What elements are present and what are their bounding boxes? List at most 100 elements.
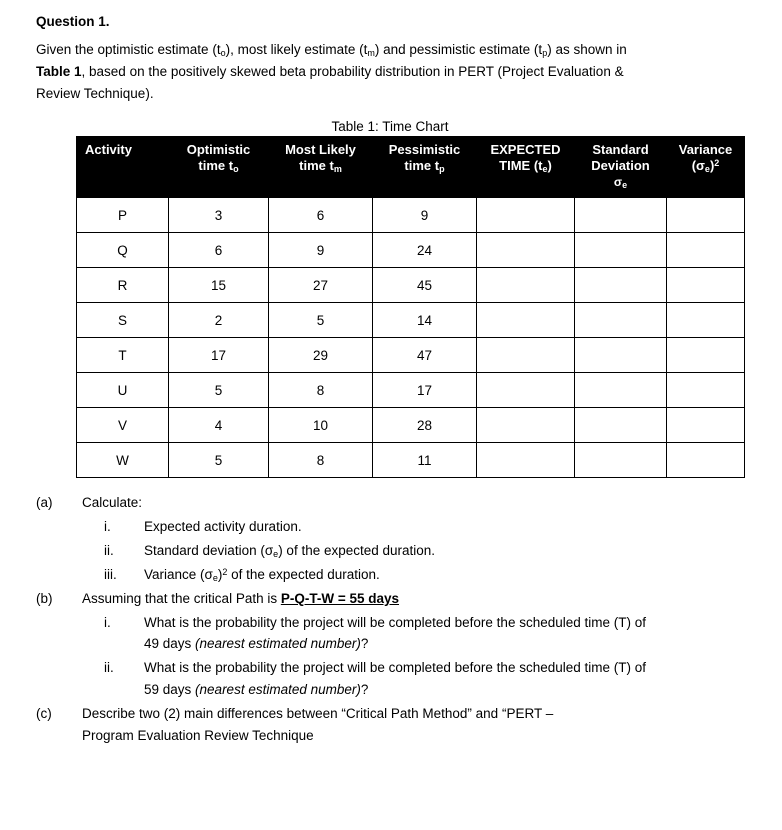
part-a-ii-post: ) of the expected duration. [278, 543, 436, 559]
cell-pessimistic: 17 [372, 372, 477, 409]
cell-pessimistic: 14 [372, 302, 477, 339]
cell-expected [476, 407, 575, 444]
cell-activity: V [76, 407, 169, 444]
part-b-item-i-text: What is the probability the project will… [144, 612, 744, 656]
part-c-text: Describe two (2) main differences betwee… [82, 703, 744, 747]
intro-part-3: ) and pessimistic estimate (t [374, 42, 543, 57]
cell-optimistic: 4 [168, 407, 269, 444]
cell-activity: R [76, 267, 169, 304]
cell-most-likely: 10 [268, 407, 373, 444]
cell-expected [476, 372, 575, 409]
cell-std-dev [574, 267, 667, 304]
cell-most-likely: 8 [268, 442, 373, 479]
cell-variance [666, 442, 745, 479]
cell-optimistic: 6 [168, 232, 269, 269]
page-title: Question 1. [36, 14, 110, 29]
cell-pessimistic: 28 [372, 407, 477, 444]
cell-most-likely: 27 [268, 267, 373, 304]
header-pessimistic-l1: Pessimistic [388, 141, 461, 157]
cell-optimistic: 2 [168, 302, 269, 339]
cell-variance [666, 372, 745, 409]
part-a-item-i-num: i. [104, 519, 111, 535]
part-b-i-line1: What is the probability the project will… [144, 614, 646, 630]
table-caption: Table 1: Time Chart [331, 118, 449, 134]
cell-optimistic: 17 [168, 337, 269, 374]
intro-sub-m: m [367, 48, 375, 58]
cell-expected [476, 442, 575, 479]
part-a-iii-pre: Variance (σ [144, 566, 213, 582]
document-page: Question 1. Given the optimistic estimat… [0, 0, 782, 747]
header-expected-time: EXPECTED TIME (te) [476, 135, 575, 199]
part-b-i-line2-pre: 49 days [144, 636, 196, 652]
cell-std-dev [574, 372, 667, 409]
part-a-item-iii-num: iii. [104, 566, 117, 582]
cell-activity: U [76, 372, 169, 409]
cell-activity: W [76, 442, 169, 479]
header-standard-deviation: Standard Deviation σe [574, 135, 667, 199]
header-pessimistic: Pessimistic time tp [372, 135, 477, 199]
question-parts: (a) Calculate: i. Expected activity dura… [36, 492, 744, 746]
cell-variance [666, 407, 745, 444]
cell-std-dev [574, 442, 667, 479]
time-chart-table: Activity Optimistic time to Most Likely … [76, 135, 745, 479]
header-variance-l2: (σe)2 [691, 157, 720, 174]
cell-optimistic: 3 [168, 197, 269, 234]
part-b-text-pre: Assuming that the critical Path is [82, 590, 281, 606]
part-c-line2: Program Evaluation Review Technique [82, 727, 314, 743]
part-c-label: (c) [36, 706, 52, 722]
header-activity-label: Activity [85, 141, 132, 157]
cell-most-likely: 9 [268, 232, 373, 269]
table-row: S 2 5 14 [76, 302, 745, 339]
intro-line2-rest: , based on the positively skewed beta pr… [81, 63, 624, 79]
part-a: (a) Calculate: [36, 492, 744, 514]
part-a-item-ii-num: ii. [104, 543, 114, 559]
cell-pessimistic: 47 [372, 337, 477, 374]
cell-std-dev [574, 407, 667, 444]
part-a-label: (a) [36, 495, 53, 511]
cell-pessimistic: 11 [372, 442, 477, 479]
spacer-a-i [36, 516, 82, 538]
question-intro: Given the optimistic estimate (to), most… [36, 39, 744, 105]
cell-most-likely: 6 [268, 197, 373, 234]
part-b-i-line2-italic: (nearest estimated number) [195, 636, 361, 652]
part-b-ii-line2-italic: (nearest estimated number) [195, 682, 361, 698]
cell-std-dev [574, 197, 667, 234]
part-b-critical-path: P-Q-T-W = 55 days [280, 590, 400, 606]
cell-variance [666, 337, 745, 374]
part-b-item-ii: ii. What is the probability the project … [36, 657, 744, 701]
header-most-likely-l1: Most Likely [285, 141, 356, 157]
cell-expected [476, 197, 575, 234]
part-b-ii-line1: What is the probability the project will… [144, 660, 646, 676]
cell-std-dev [574, 337, 667, 374]
cell-activity: Q [76, 232, 169, 269]
cell-variance [666, 232, 745, 269]
part-a-item-iii: iii. Variance (σe)2 of the expected dura… [36, 564, 744, 586]
part-a-item-i: i. Expected activity duration. [36, 516, 744, 538]
cell-variance [666, 267, 745, 304]
part-a-item-i-text: Expected activity duration. [144, 519, 302, 535]
header-pessimistic-l2: time tp [404, 157, 445, 174]
cell-activity: T [76, 337, 169, 374]
cell-optimistic: 5 [168, 442, 269, 479]
part-b-ii-line2-post: ? [360, 682, 369, 698]
spacer-b-ii [36, 657, 82, 701]
cell-expected [476, 337, 575, 374]
cell-expected [476, 232, 575, 269]
cell-optimistic: 15 [168, 267, 269, 304]
part-b: (b) Assuming that the critical Path is P… [36, 588, 744, 610]
spacer-b-i [36, 612, 82, 656]
intro-table-ref: Table 1 [36, 63, 82, 79]
cell-activity: P [76, 197, 169, 234]
part-a-iii-post: )2 of the expected duration. [217, 566, 380, 582]
cell-std-dev [574, 302, 667, 339]
header-activity: Activity [76, 135, 169, 199]
header-most-likely: Most Likely time tm [268, 135, 373, 199]
header-variance: Variance (σe)2 [666, 135, 745, 199]
cell-most-likely: 8 [268, 372, 373, 409]
header-expected-l2: TIME (te) [499, 157, 552, 174]
table-row: R 15 27 45 [76, 267, 745, 304]
cell-pessimistic: 24 [372, 232, 477, 269]
table-row: P 3 6 9 [76, 197, 745, 234]
intro-part-1: Given the optimistic estimate (t [36, 42, 221, 57]
cell-most-likely: 29 [268, 337, 373, 374]
